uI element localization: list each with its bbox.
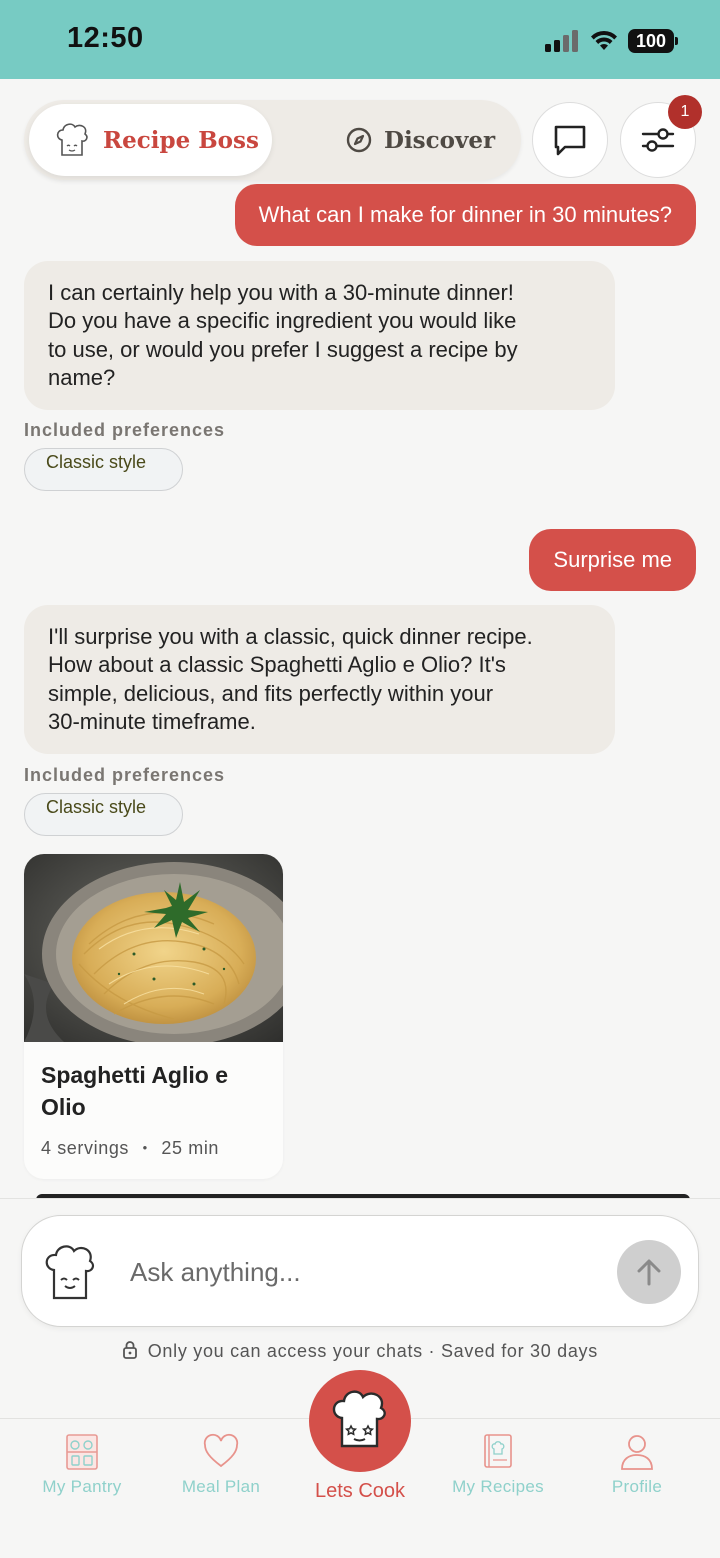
lock-icon	[123, 1341, 137, 1359]
chat-bubble-icon	[554, 125, 586, 156]
arrow-up-icon	[637, 1259, 661, 1286]
recipe-title: Spaghetti Aglio e Olio	[41, 1062, 228, 1120]
message-line: to use, or would you prefer I suggest a …	[48, 336, 518, 362]
tab-meal-plan[interactable]: Meal Plan	[151, 1419, 291, 1519]
sliders-icon	[641, 128, 675, 152]
privacy-text: Only you can access your chats · Saved f…	[147, 1341, 598, 1361]
tab-my-pantry[interactable]: My Pantry	[12, 1419, 152, 1519]
chat-composer	[21, 1215, 699, 1327]
lets-cook-button[interactable]	[309, 1370, 411, 1472]
tab-profile[interactable]: Profile	[567, 1419, 707, 1519]
user-message: Surprise me	[529, 529, 696, 591]
recipe-meta: 4 servings • 25 min	[41, 1138, 219, 1159]
message-line: name?	[48, 364, 116, 390]
chef-hat-icon	[56, 123, 88, 156]
person-icon	[621, 1435, 653, 1470]
status-time: 12:50	[67, 22, 144, 54]
chat-history-button[interactable]	[532, 102, 608, 178]
recipe-time: 25 min	[161, 1138, 220, 1158]
pantry-icon	[66, 1434, 98, 1470]
message-line: I can certainly help you with a 30-minut…	[48, 280, 514, 305]
chef-hat-icon	[332, 1390, 386, 1448]
tab-recipe-boss[interactable]: Recipe Boss	[29, 104, 272, 176]
battery-indicator: 100	[628, 29, 678, 53]
send-button[interactable]	[617, 1240, 681, 1304]
heart-icon	[203, 1433, 239, 1468]
tab-label: Discover	[384, 126, 496, 154]
recipe-photo	[24, 854, 283, 1042]
recipe-servings: 4 servings	[41, 1138, 130, 1158]
preferences-title: Included preferences	[24, 420, 226, 440]
cellular-signal-icon	[545, 30, 578, 52]
tab-label: Profile	[611, 1477, 663, 1496]
recipe-book-icon	[484, 1434, 512, 1468]
compass-icon	[346, 127, 372, 153]
tab-label: Meal Plan	[181, 1477, 261, 1496]
lets-cook-label: Lets Cook	[314, 1480, 406, 1502]
preference-chip[interactable]: Classic style	[24, 793, 183, 836]
tab-my-recipes[interactable]: My Recipes	[428, 1419, 568, 1519]
meta-separator: •	[142, 1140, 148, 1155]
message-line: Do you have a specific ingredient you wo…	[48, 308, 517, 334]
message-line: 30-minute timeframe.	[48, 708, 256, 734]
chat-input[interactable]	[130, 1252, 600, 1292]
privacy-note: Only you can access your chats · Saved f…	[0, 1340, 720, 1362]
user-message: What can I make for dinner in 30 minutes…	[234, 184, 696, 246]
wifi-icon	[591, 30, 617, 50]
preferences-title: Included preferences	[24, 765, 226, 785]
tab-label: My Pantry	[42, 1477, 122, 1496]
status-bar: 12:50 100	[0, 0, 720, 79]
notification-badge: 1	[668, 95, 702, 129]
preference-chip[interactable]: Classic style	[24, 448, 183, 491]
tab-label: My Recipes	[452, 1477, 544, 1496]
message-line: How about a classic Spaghetti Aglio e Ol…	[48, 652, 506, 678]
message-line: I'll surprise you with a classic, quick …	[48, 624, 533, 649]
tab-label: Recipe Boss	[103, 126, 259, 154]
assistant-message: I can certainly help you with a 30-minut…	[24, 261, 615, 411]
mode-switch: Recipe Boss Discover	[24, 100, 521, 180]
tab-discover[interactable]: Discover	[314, 104, 514, 176]
assistant-message: I'll surprise you with a classic, quick …	[24, 605, 615, 755]
message-line: simple, delicious, and fits perfectly wi…	[48, 680, 494, 706]
recipe-card[interactable]: Spaghetti Aglio e Olio 4 servings • 25 m…	[24, 854, 283, 1179]
chef-hat-icon	[45, 1245, 95, 1300]
